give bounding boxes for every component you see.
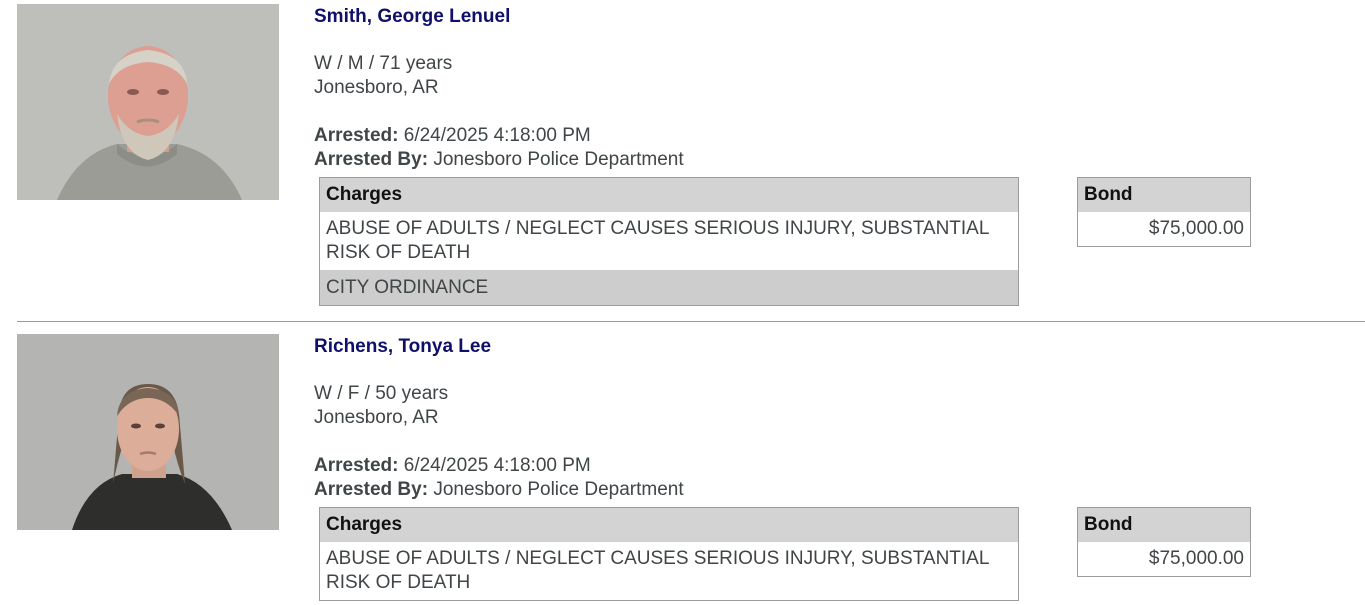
bond-table: Bond $75,000.00	[1077, 507, 1251, 577]
arresting-agency-line: Arrested By: Jonesboro Police Department	[314, 478, 684, 502]
record-divider	[17, 321, 1365, 322]
charge-row: ABUSE OF ADULTS / NEGLECT CAUSES SERIOUS…	[320, 212, 1018, 270]
arrest-date: 6/24/2025 4:18:00 PM	[403, 455, 591, 476]
mugshot-image	[17, 334, 279, 530]
inmate-name[interactable]: Smith, George Lenuel	[314, 6, 510, 28]
demographics: W / M / 71 years	[314, 53, 453, 74]
charges-table: Charges ABUSE OF ADULTS / NEGLECT CAUSES…	[319, 177, 1019, 306]
mugshot-image	[17, 4, 279, 200]
bond-header: Bond	[1078, 178, 1250, 212]
charges-header: Charges	[320, 178, 1018, 212]
charges-table: Charges ABUSE OF ADULTS / NEGLECT CAUSES…	[319, 507, 1019, 601]
charge-row: CITY ORDINANCE	[320, 270, 1018, 305]
residence-city: Jonesboro, AR	[314, 407, 439, 428]
inmate-name[interactable]: Richens, Tonya Lee	[314, 336, 491, 358]
bond-header: Bond	[1078, 508, 1250, 542]
charges-header: Charges	[320, 508, 1018, 542]
arrested-by-label: Arrested By:	[314, 149, 429, 170]
bond-amount: $75,000.00	[1148, 218, 1244, 239]
arrest-date: 6/24/2025 4:18:00 PM	[403, 125, 591, 146]
mugshot-photo[interactable]	[17, 334, 279, 530]
arrested-label: Arrested:	[314, 455, 399, 476]
mugshot-photo[interactable]	[17, 4, 279, 200]
arrested-label: Arrested:	[314, 125, 399, 146]
charge-row: ABUSE OF ADULTS / NEGLECT CAUSES SERIOUS…	[320, 542, 1018, 600]
bond-table: Bond $75,000.00	[1077, 177, 1251, 247]
arresting-agency-line: Arrested By: Jonesboro Police Department	[314, 148, 684, 172]
arresting-agency: Jonesboro Police Department	[433, 149, 684, 170]
arrest-date-line: Arrested: 6/24/2025 4:18:00 PM	[314, 124, 591, 148]
demographics: W / F / 50 years	[314, 383, 449, 404]
arresting-agency: Jonesboro Police Department	[433, 479, 684, 500]
bond-amount: $75,000.00	[1148, 548, 1244, 569]
arrest-date-line: Arrested: 6/24/2025 4:18:00 PM	[314, 454, 591, 478]
residence-city: Jonesboro, AR	[314, 77, 439, 98]
arrested-by-label: Arrested By:	[314, 479, 429, 500]
